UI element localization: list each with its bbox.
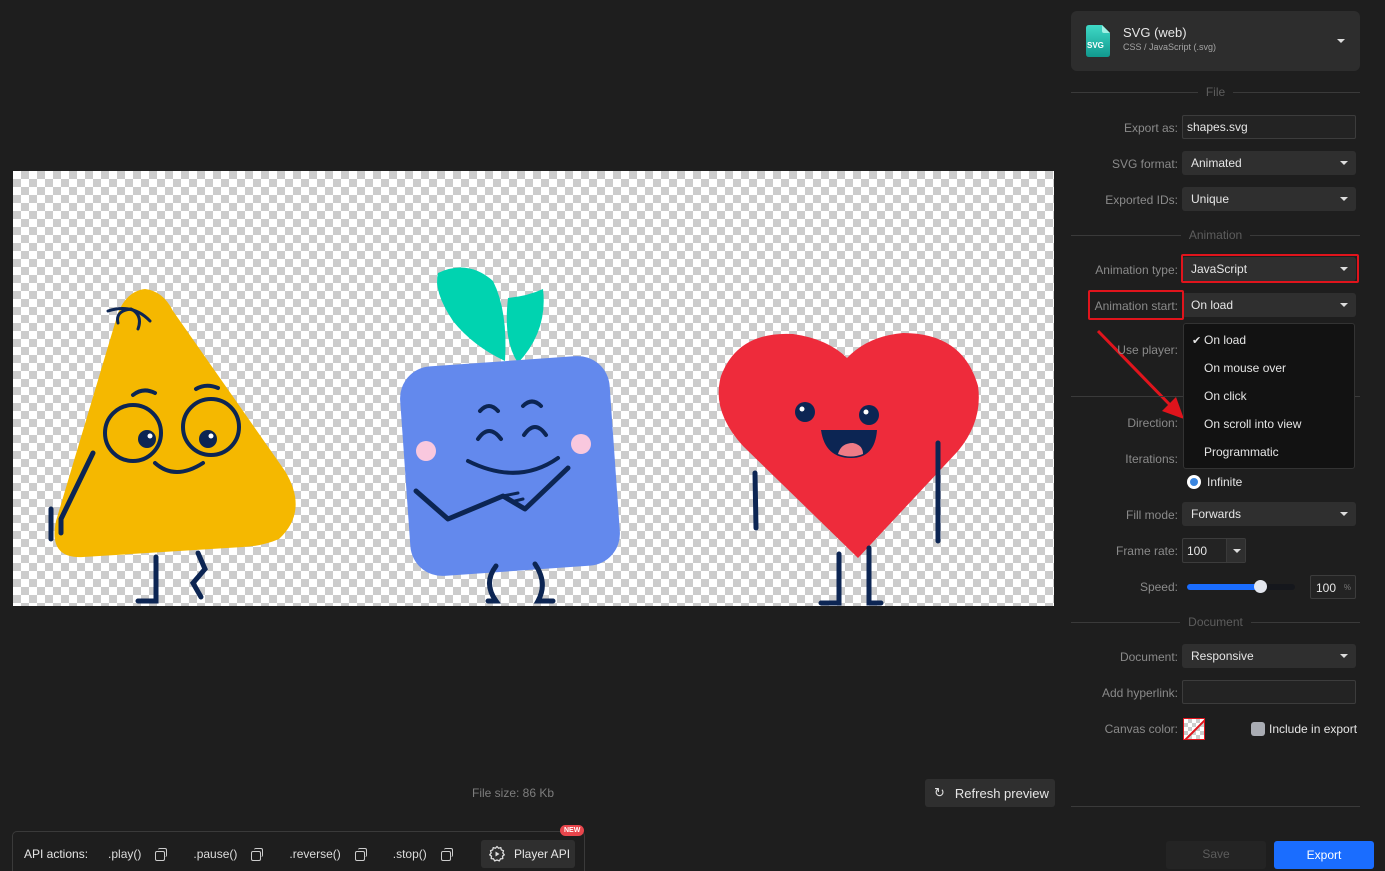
section-animation: Animation [1071, 228, 1360, 242]
refresh-icon: ↻ [934, 785, 945, 800]
dropdown-option-on-load[interactable]: On load [1204, 333, 1246, 347]
copy-icon[interactable] [251, 847, 264, 861]
player-api-button[interactable]: Player API [481, 840, 575, 868]
chevron-down-icon [1337, 39, 1345, 43]
chevron-down-icon [1340, 512, 1348, 516]
file-size-label: File size: 86 Kb [472, 786, 555, 800]
dropdown-option-programmatic[interactable]: Programmatic [1204, 445, 1279, 459]
frame-rate-value[interactable]: 100 [1187, 544, 1207, 558]
export-format-selector[interactable]: SVG SVG (web) CSS / JavaScript (.svg) [1071, 11, 1360, 71]
fill-mode-value: Forwards [1191, 507, 1242, 521]
animation-type-label: Animation type: [1095, 263, 1178, 277]
format-title: SVG (web) [1123, 25, 1187, 40]
api-action-name: .pause() [193, 846, 238, 861]
speed-slider-thumb[interactable] [1254, 580, 1268, 593]
speed-input[interactable]: 100 % [1310, 575, 1356, 599]
speed-label: Speed: [1139, 580, 1178, 594]
animation-start-dropdown: ✔ On load On mouse over On click On scro… [1183, 323, 1355, 469]
frame-rate-dropdown-button[interactable] [1226, 539, 1245, 562]
gear-play-icon [489, 845, 505, 862]
chevron-down-icon [1340, 161, 1348, 165]
api-actions-label: API actions: [24, 846, 89, 861]
api-action-name: .stop() [392, 846, 427, 861]
heart-character [718, 333, 979, 606]
svg-format-value: Animated [1191, 156, 1242, 170]
direction-label: Direction: [1127, 416, 1178, 430]
document-label: Document: [1119, 650, 1178, 664]
animation-start-select[interactable]: On load [1182, 293, 1356, 317]
dropdown-option-on-scroll-into-view[interactable]: On scroll into view [1204, 417, 1301, 431]
iterations-infinite-radio[interactable] [1187, 475, 1201, 489]
new-badge: NEW [560, 825, 585, 836]
highlight-annotation-start-label [1088, 290, 1184, 320]
canvas-color-label: Canvas color: [1104, 722, 1178, 736]
dropdown-option-on-mouse-over[interactable]: On mouse over [1204, 361, 1286, 375]
api-action-name: .reverse() [289, 846, 341, 861]
save-button[interactable]: Save [1166, 841, 1266, 869]
square-character [400, 267, 620, 604]
characters-illustration [48, 267, 979, 606]
divider [1071, 806, 1360, 807]
canvas-color-swatch[interactable] [1183, 718, 1205, 740]
api-action-reverse[interactable]: .reverse() [289, 846, 367, 861]
speed-slider-fill [1187, 584, 1261, 590]
exported-ids-label: Exported IDs: [1105, 193, 1178, 207]
copy-icon[interactable] [440, 847, 453, 861]
fill-mode-label: Fill mode: [1125, 508, 1178, 522]
include-in-export-label: Include in export [1269, 722, 1358, 736]
animation-start-value: On load [1191, 298, 1234, 312]
exported-ids-select[interactable]: Unique [1182, 187, 1356, 211]
section-document: Document [1071, 615, 1361, 629]
checkmark-icon: ✔ [1192, 335, 1202, 347]
preview-canvas [13, 171, 1054, 606]
chevron-down-icon [1340, 654, 1348, 658]
document-value: Responsive [1191, 649, 1254, 663]
section-title: File [1205, 85, 1226, 99]
iterations-infinite-label: Infinite [1207, 475, 1243, 489]
export-as-label: Export as: [1123, 121, 1178, 135]
export-as-input[interactable]: shapes.svg [1182, 115, 1356, 139]
dropdown-option-on-click[interactable]: On click [1204, 389, 1247, 403]
api-action-name: .play() [108, 846, 142, 861]
format-subtitle: CSS / JavaScript (.svg) [1123, 42, 1217, 52]
section-file: File [1071, 85, 1360, 99]
frame-rate-combobox[interactable]: 100 [1182, 538, 1246, 563]
export-button[interactable]: Export [1274, 841, 1374, 869]
svg-format-label: SVG format: [1111, 157, 1178, 171]
chevron-down-icon [1340, 197, 1348, 201]
hyperlink-input[interactable] [1182, 680, 1356, 704]
api-action-pause[interactable]: .pause() [193, 846, 264, 861]
section-title: Document [1188, 615, 1243, 629]
red-arrow-annotation [1096, 329, 1184, 419]
iterations-label: Iterations: [1125, 452, 1178, 466]
section-title: Animation [1188, 228, 1243, 242]
speed-slider[interactable] [1187, 580, 1295, 593]
document-select[interactable]: Responsive [1182, 644, 1356, 668]
chevron-down-icon [1340, 303, 1348, 307]
api-actions-bar: API actions: .play() .pause() .reverse()… [12, 825, 585, 871]
hyperlink-label: Add hyperlink: [1101, 686, 1178, 700]
speed-unit: % [1343, 583, 1351, 592]
use-player-label: Use player: [1117, 343, 1178, 357]
include-in-export-checkbox[interactable] [1251, 722, 1265, 736]
copy-icon[interactable] [155, 847, 168, 861]
refresh-preview-button[interactable]: ↻ Refresh preview [925, 779, 1055, 807]
triangle-character [48, 289, 296, 604]
highlight-annotation-type [1181, 254, 1359, 283]
copy-icon[interactable] [354, 847, 367, 861]
api-action-stop[interactable]: .stop() [393, 847, 453, 861]
exported-ids-value: Unique [1191, 192, 1230, 206]
svg-file-icon-text: SVG [1087, 41, 1104, 50]
player-api-label: Player API [514, 847, 571, 861]
api-action-play[interactable]: .play() [108, 846, 168, 861]
frame-rate-label: Frame rate: [1115, 544, 1178, 558]
fill-mode-select[interactable]: Forwards [1182, 502, 1356, 526]
refresh-preview-label: Refresh preview [954, 785, 1049, 801]
speed-value: 100 [1316, 581, 1337, 595]
svg-format-select[interactable]: Animated [1182, 151, 1356, 175]
